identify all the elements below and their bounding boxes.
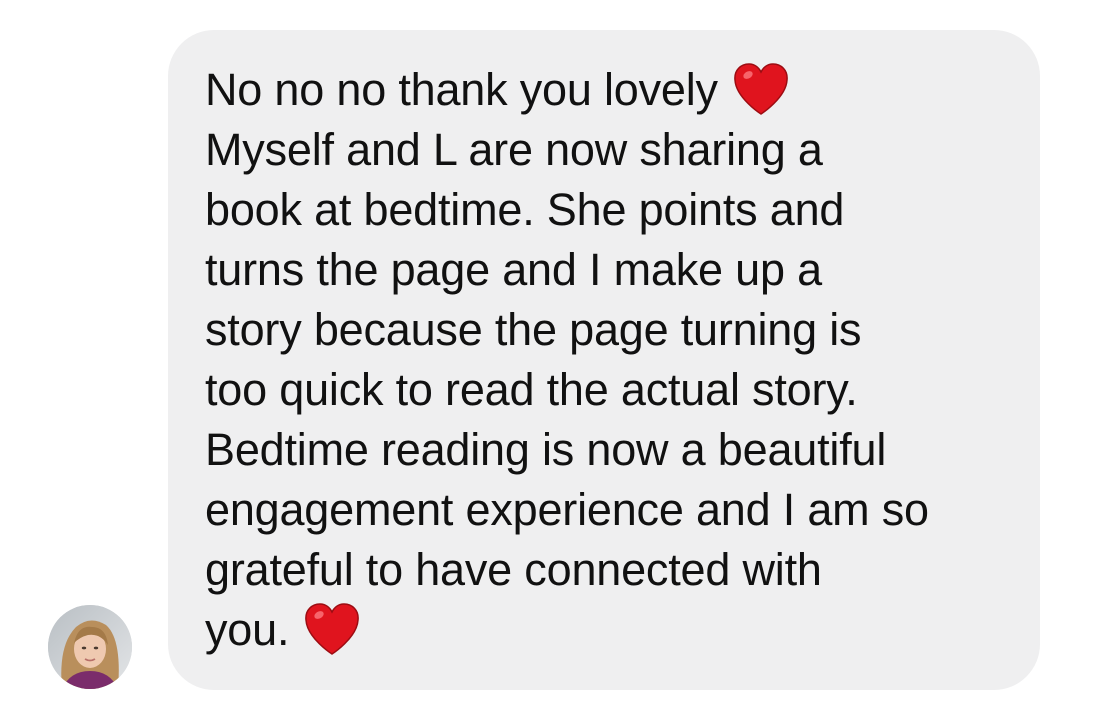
chat-view: No no no thank you lovely Myself and L a… [0, 0, 1095, 726]
message-line: turns the page and I make up a [205, 244, 822, 295]
message-line: engagement experience and I am so [205, 484, 929, 535]
red-heart-icon [305, 603, 360, 655]
message-line: Bedtime reading is now a beautiful [205, 424, 887, 475]
message-line: No no no thank you lovely [205, 60, 1025, 120]
message-line-text: No no no thank you lovely [205, 64, 718, 115]
message-line: grateful to have connected with [205, 544, 822, 595]
message-line: Myself and L are now sharing a [205, 124, 823, 175]
profile-photo [48, 605, 132, 689]
message-text: No no no thank you lovely Myself and L a… [205, 60, 1025, 660]
message-line: too quick to read the actual story. [205, 364, 858, 415]
avatar[interactable] [48, 605, 132, 689]
message-line: you. [205, 600, 1025, 660]
message-line: story because the page turning is [205, 304, 862, 355]
message-line: book at bedtime. She points and [205, 184, 845, 235]
red-heart-icon [734, 63, 788, 115]
message-line-text: you. [205, 604, 290, 655]
